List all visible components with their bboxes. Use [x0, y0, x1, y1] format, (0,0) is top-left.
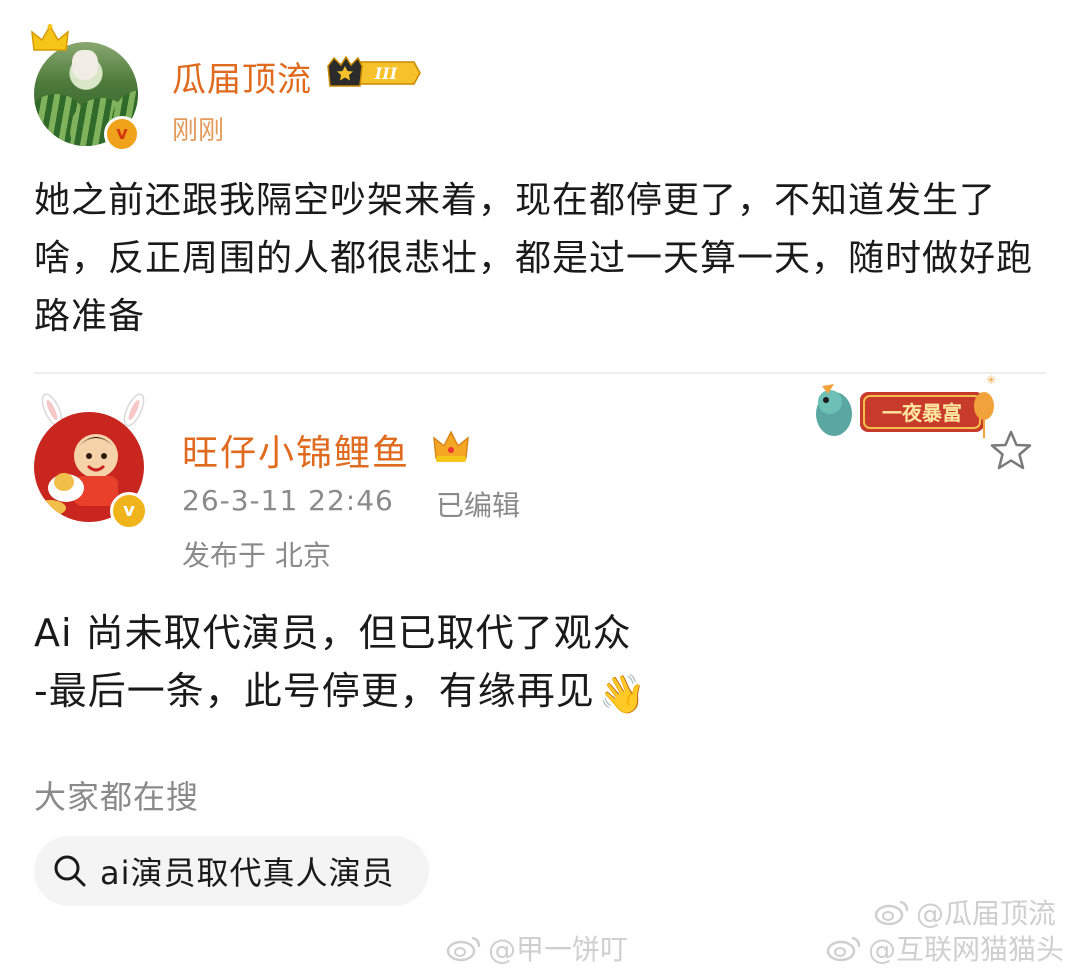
watermark: @互联网猫猫头 — [826, 928, 1064, 968]
search-suggestion-chip[interactable]: ai演员取代真人演员 — [34, 836, 429, 906]
verified-icon: v — [110, 492, 148, 530]
weibo-logo-icon — [446, 936, 481, 962]
watermark: @甲一饼叮 — [446, 928, 628, 968]
watermark-text: @甲一饼叮 — [488, 933, 629, 966]
watermark: @瓜届顶流 — [874, 892, 1056, 932]
post-content: Ai 尚未取代演员，但已取代了观众 -最后一条，此号停更，有缘再见 👋 — [34, 604, 1044, 723]
post-location: 发布于 北京 — [182, 539, 331, 572]
level-badge-icon: III — [327, 56, 421, 87]
post-date: 26-3-11 22:46 — [182, 484, 394, 517]
crown-icon — [31, 24, 69, 51]
decor-text: 一夜暴富 — [882, 401, 962, 425]
level-badge-text: III — [374, 64, 398, 83]
edited-label: 已编辑 — [436, 489, 521, 522]
dragon-decoration: 一夜暴富 ✳ — [816, 373, 996, 438]
watermark-text: @互联网猫猫头 — [868, 933, 1065, 966]
search-icon — [54, 855, 86, 887]
content-line-2: -最后一条，此号停更，有缘再见 👋 — [34, 662, 1044, 723]
post-time: 刚刚 — [172, 116, 225, 146]
watermark-text: @瓜届顶流 — [916, 897, 1057, 930]
trending-search-title: 大家都在搜 — [34, 778, 200, 816]
search-suggestion-text: ai演员取代真人演员 — [100, 854, 395, 892]
weibo-logo-icon — [874, 900, 909, 926]
weibo-screenshot: v 瓜届顶流 III 刚刚 她之前还跟我隔空吵架来着，现在都停更了，不知道发生了… — [0, 0, 1080, 973]
username[interactable]: 旺仔小锦鲤鱼 — [182, 424, 410, 476]
svg-text:✳: ✳ — [986, 373, 996, 387]
verified-icon: v — [104, 116, 140, 152]
post-content: 她之前还跟我隔空吵架来着，现在都停更了，不知道发生了啥，反正周围的人都很悲壮，都… — [34, 180, 1034, 337]
weibo-logo-icon — [826, 936, 861, 962]
waving-hand-icon: 👋 — [598, 671, 648, 716]
content-line-1: Ai 尚未取代演员，但已取代了观众 — [34, 611, 632, 655]
content-line-2-text: -最后一条，此号停更，有缘再见 — [34, 669, 595, 713]
crown-icon — [433, 430, 469, 462]
favorite-star-icon[interactable] — [988, 428, 1034, 474]
username[interactable]: 瓜届顶流 — [172, 52, 312, 101]
